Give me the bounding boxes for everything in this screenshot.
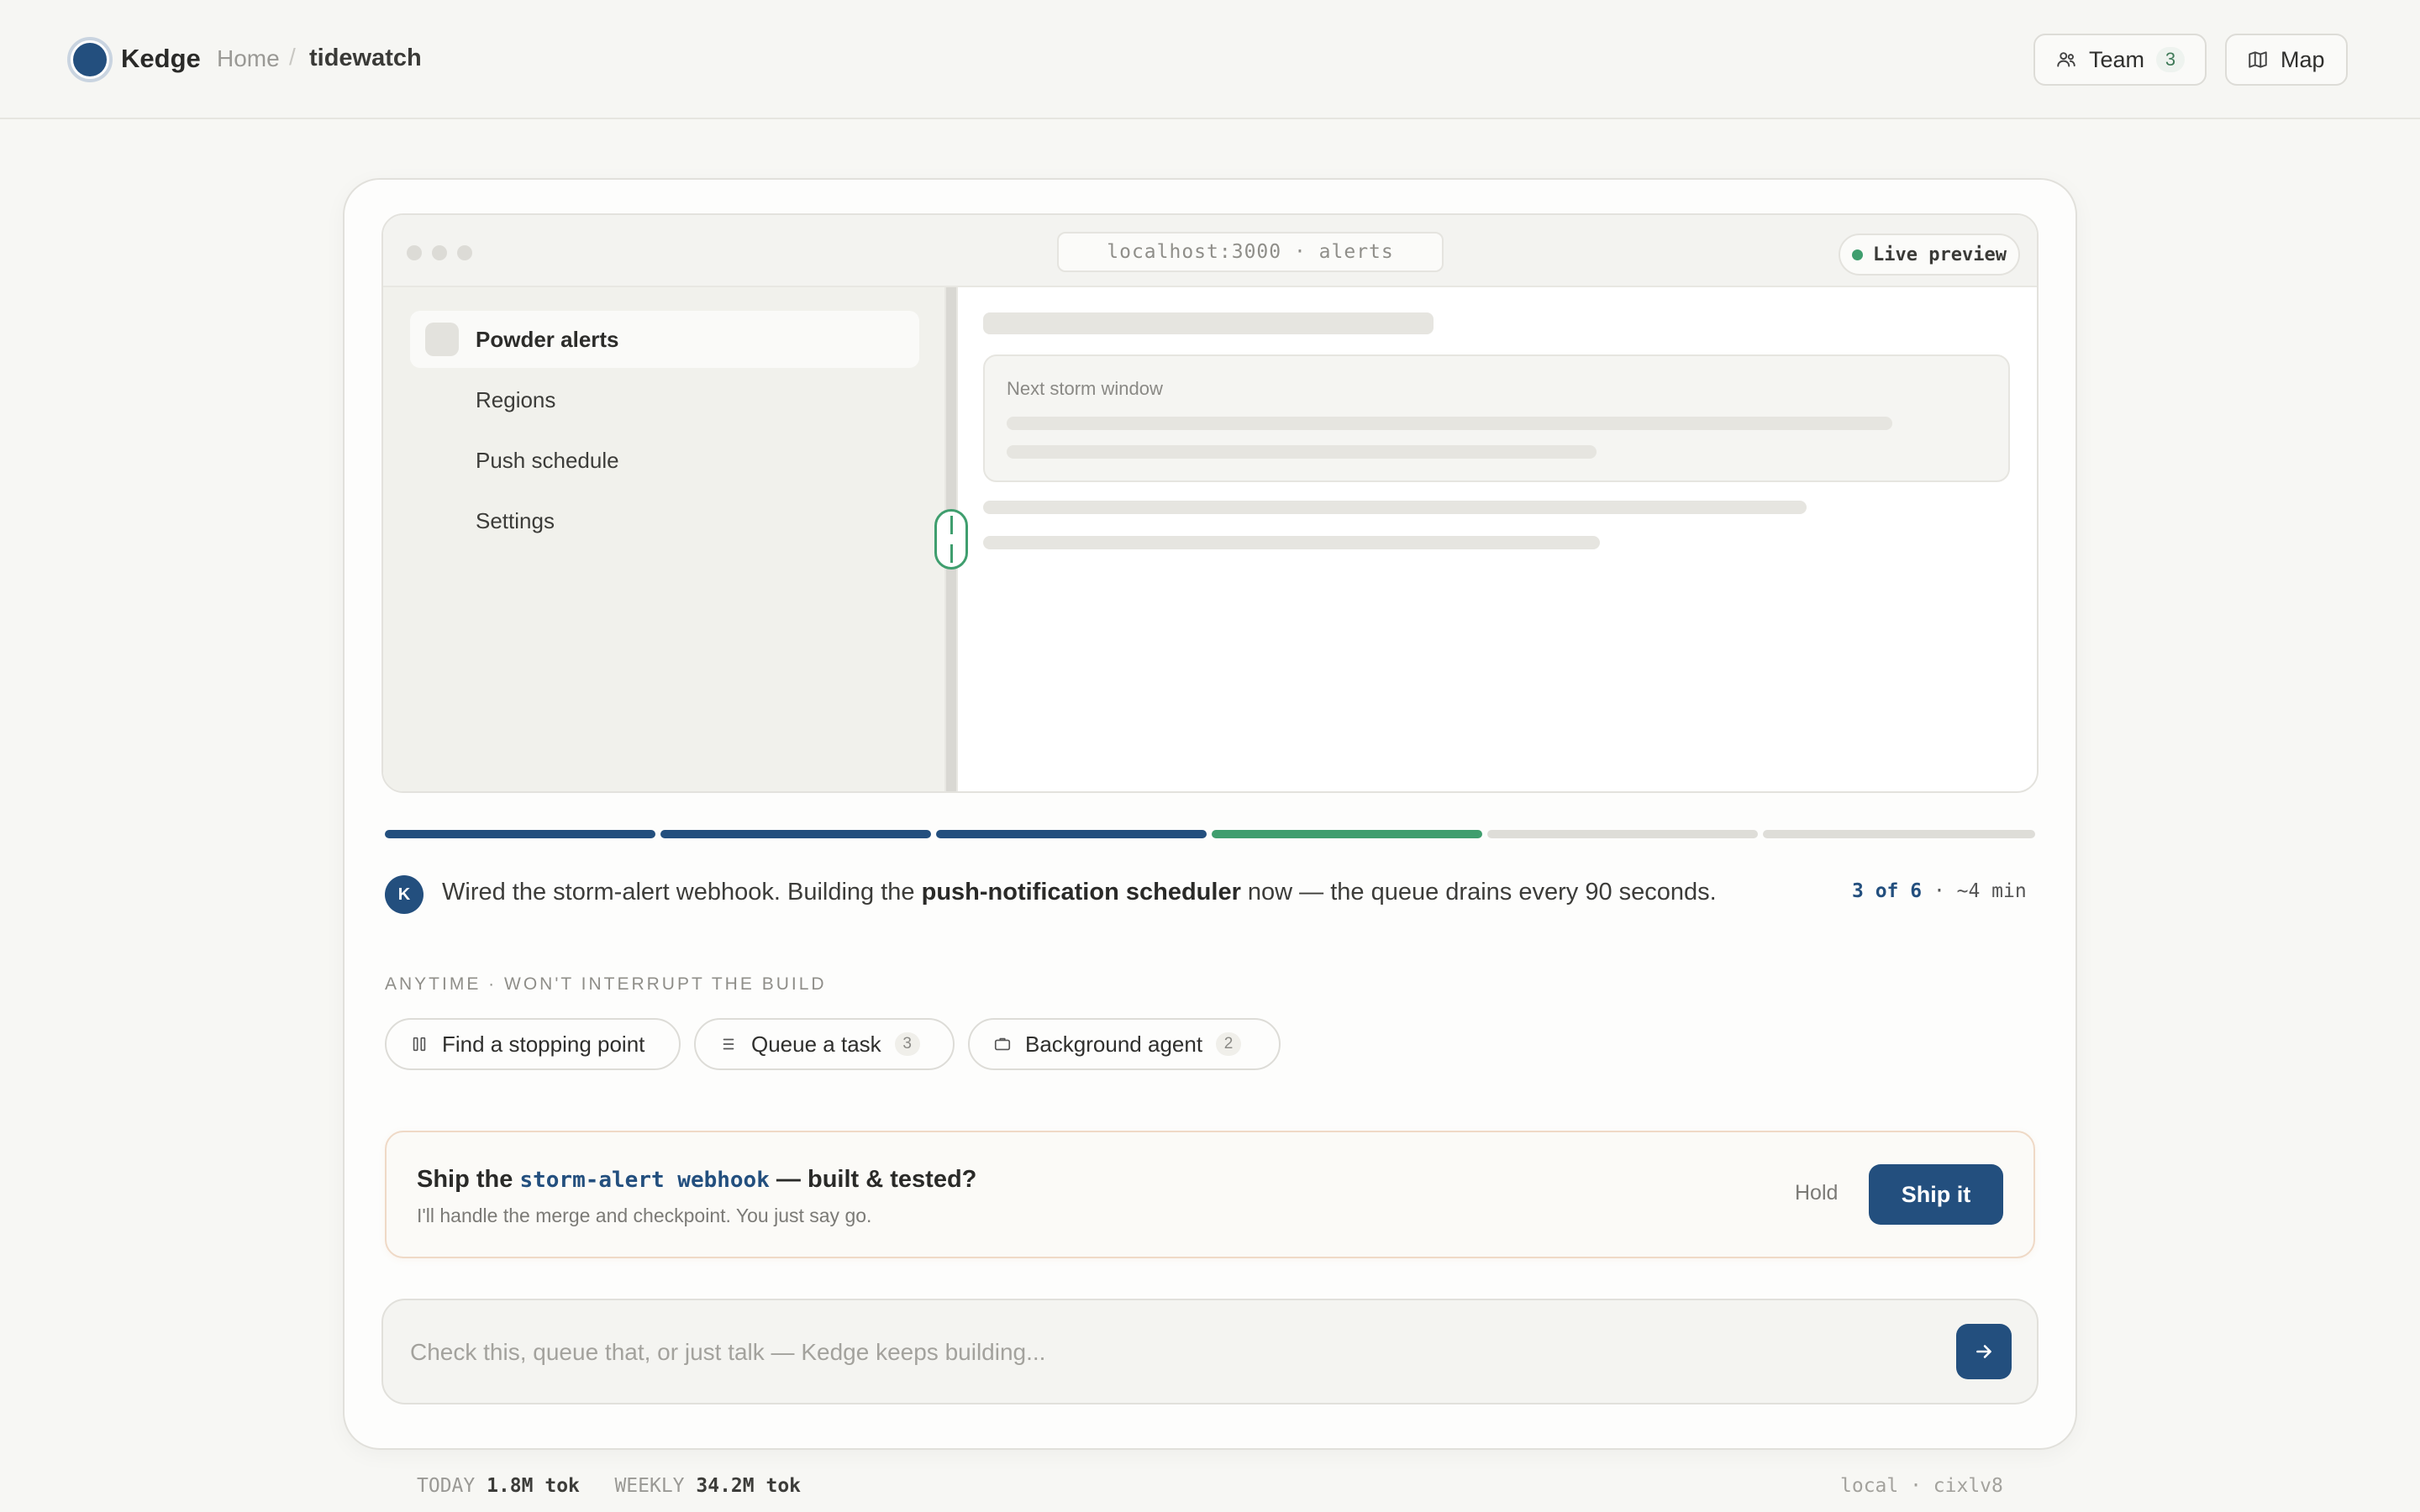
storm-window-label: Next storm window: [1007, 378, 1163, 399]
map-icon: [2249, 51, 2267, 68]
users-icon: [2057, 52, 2075, 67]
team-label: Team: [2088, 46, 2144, 72]
list-icon: [723, 1038, 734, 1050]
status-text: now — the queue drains every 90 seconds.: [1240, 879, 1717, 906]
agent-avatar: K: [385, 875, 424, 914]
kedge-logo-icon[interactable]: [67, 37, 113, 82]
background-agent-button[interactable]: Background agent 2: [968, 1018, 1281, 1070]
skeleton-line: [1007, 445, 1597, 459]
chip-label: Background agent: [1025, 1031, 1203, 1057]
send-button[interactable]: [1956, 1324, 2012, 1379]
anytime-label: ANYTIME · WON'T INTERRUPT THE BUILD: [385, 974, 827, 994]
ship-title-text: Ship the: [417, 1166, 520, 1193]
live-preview-window: localhost:3000 · alerts Live preview Pow…: [381, 213, 2039, 793]
status-text: Wired the storm-alert webhook. Building …: [442, 879, 922, 906]
live-preview-badge[interactable]: Live preview: [1839, 234, 2020, 276]
window-dot-icon: [432, 245, 447, 260]
map-button[interactable]: Map: [2225, 34, 2348, 86]
nav-item-icon: [425, 444, 459, 477]
live-preview-label: Live preview: [1873, 244, 2007, 265]
team-count-badge: 3: [2156, 47, 2185, 72]
skeleton-line: [983, 501, 1807, 514]
hold-button[interactable]: Hold: [1795, 1181, 1838, 1205]
ship-title-code: storm-alert webhook: [519, 1168, 770, 1193]
pause-icon: [413, 1037, 426, 1052]
grip-line-icon: [950, 544, 953, 563]
window-dot-icon: [457, 245, 472, 260]
resize-handle[interactable]: [934, 509, 968, 570]
chip-label: Find a stopping point: [442, 1031, 645, 1057]
top-bar: Kedge Home / tidewatch Team 3 Map: [0, 0, 2420, 119]
queue-count-badge: 3: [894, 1032, 920, 1056]
team-button[interactable]: Team 3: [2033, 34, 2207, 86]
environment-label: local · cixlv8: [1840, 1475, 2003, 1497]
nav-item-label: Settings: [476, 507, 555, 533]
weekly-label: WEEKLY: [614, 1475, 685, 1497]
agent-status-message: Wired the storm-alert webhook. Building …: [442, 879, 1717, 906]
breadcrumb-project[interactable]: tidewatch: [309, 45, 422, 72]
weekly-value: 34.2M tok: [696, 1475, 802, 1497]
find-stopping-point-button[interactable]: Find a stopping point: [385, 1018, 681, 1070]
skeleton-line: [1007, 417, 1892, 430]
nav-item-label: Regions: [476, 386, 556, 412]
progress-segment: [660, 830, 931, 838]
briefcase-icon: [994, 1037, 1011, 1051]
breadcrumb-home[interactable]: Home: [217, 45, 280, 72]
preview-nav-powder-alerts[interactable]: Powder alerts: [410, 311, 919, 368]
preview-sidebar: Powder alerts Regions Push schedule Sett…: [383, 287, 946, 791]
queue-task-button[interactable]: Queue a task 3: [694, 1018, 955, 1070]
live-status-dot-icon: [1852, 249, 1864, 260]
progress-segment: [1763, 830, 2035, 838]
skeleton-line: [983, 536, 1600, 549]
nav-item-label: Push schedule: [476, 447, 619, 473]
ship-it-button[interactable]: Ship it: [1869, 1164, 2003, 1225]
ship-confirmation-panel: Ship the storm-alert webhook — built & t…: [385, 1131, 2035, 1258]
skeleton-heading: [983, 312, 1434, 334]
background-agent-count-badge: 2: [1216, 1032, 1242, 1056]
progress-segment: [936, 830, 1207, 838]
today-label: TODAY: [417, 1475, 476, 1497]
ship-subtitle: I'll handle the merge and checkpoint. Yo…: [417, 1205, 872, 1226]
preview-nav-settings[interactable]: Settings: [410, 492, 919, 549]
ship-title-text: — built & tested?: [769, 1166, 977, 1193]
map-label: Map: [2281, 46, 2325, 72]
preview-url-bar[interactable]: localhost:3000 · alerts: [1057, 232, 1444, 272]
arrow-right-icon: [1976, 1345, 1991, 1358]
composer: [381, 1299, 2039, 1404]
storm-window-card: Next storm window: [983, 354, 2010, 482]
brand-name[interactable]: Kedge: [121, 44, 201, 74]
step-current: 3 of 6: [1852, 880, 1923, 902]
chip-label: Queue a task: [751, 1031, 881, 1057]
nav-item-icon: [425, 504, 459, 538]
today-value: 1.8M tok: [487, 1475, 580, 1497]
step-counter: 3 of 6 · ~4 min: [1852, 880, 2027, 902]
step-eta: · ~4 min: [1922, 880, 2027, 902]
preview-toolbar: localhost:3000 · alerts Live preview: [383, 215, 2037, 287]
token-usage: TODAY 1.8M tok WEEKLY 34.2M tok: [417, 1475, 801, 1497]
nav-item-label: Powder alerts: [476, 326, 619, 352]
nav-item-icon: [425, 323, 459, 356]
progress-segment: [1487, 830, 1758, 838]
nav-item-icon: [425, 383, 459, 417]
ship-title: Ship the storm-alert webhook — built & t…: [417, 1166, 976, 1194]
breadcrumb-separator: /: [289, 44, 296, 70]
progress-segment: [385, 830, 655, 838]
window-dot-icon: [407, 245, 422, 260]
grip-line-icon: [950, 516, 953, 534]
message-input[interactable]: [410, 1332, 1923, 1373]
preview-nav-regions[interactable]: Regions: [410, 371, 919, 428]
progress-segment: [1212, 830, 1482, 838]
status-highlight: push-notification scheduler: [921, 879, 1241, 906]
preview-nav-push-schedule[interactable]: Push schedule: [410, 432, 919, 489]
